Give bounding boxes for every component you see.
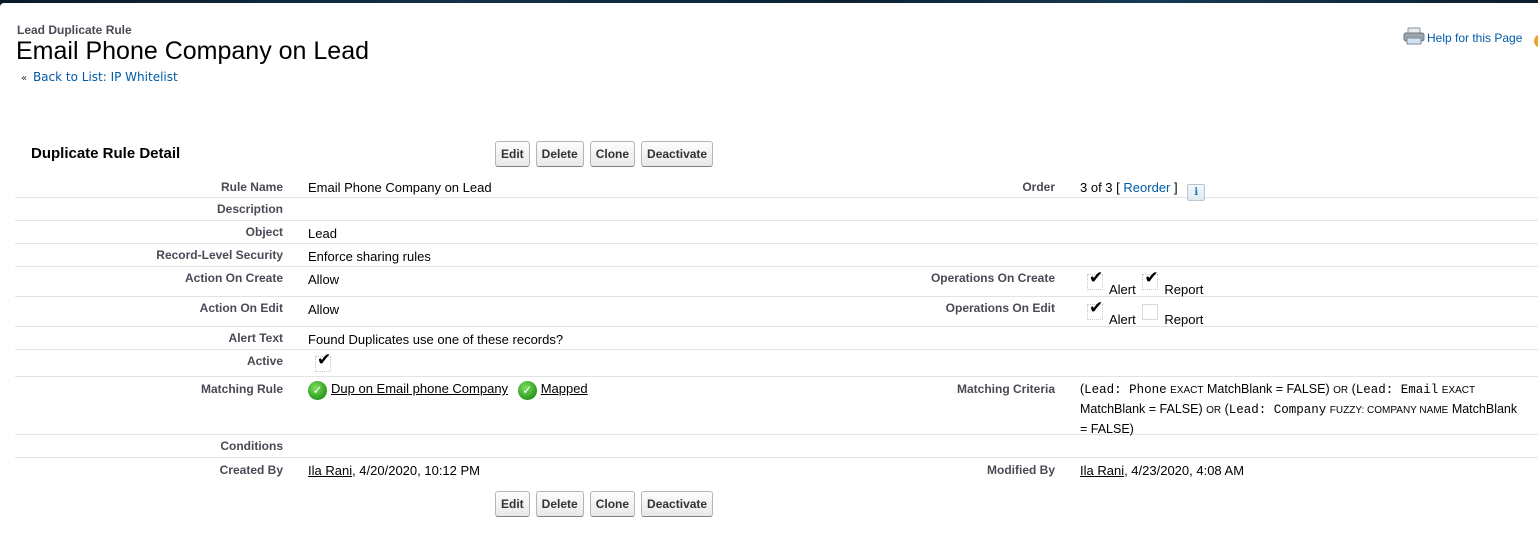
delete-button[interactable]: Delete xyxy=(535,491,584,517)
edit-button[interactable]: Edit xyxy=(495,491,530,517)
create-report-label: Report xyxy=(1164,282,1204,297)
value-action-on-create: Allow xyxy=(308,272,340,287)
criteria-match-type: EXACT xyxy=(1441,385,1476,396)
criteria-rest: MatchBlank = FALSE) xyxy=(1080,402,1203,416)
modified-by-user-link[interactable]: Ila Rani xyxy=(1080,463,1124,478)
help-orb-icon[interactable] xyxy=(1534,35,1538,47)
label-alert-text: Alert Text xyxy=(228,331,283,345)
value-record-level-security: Enforce sharing rules xyxy=(308,249,431,264)
help-for-this-page-link[interactable]: Help for this Page xyxy=(1427,31,1522,45)
criteria-rest: MatchBlank = FALSE) xyxy=(1207,382,1330,396)
row-matching-rule: Matching Rule ✓ Dup on Email phone Compan… xyxy=(15,377,1538,438)
label-active: Active xyxy=(246,354,283,368)
criteria-field: Lead: Phone xyxy=(1084,383,1167,397)
value-matching-rule: ✓ Dup on Email phone Company ✓ Mapped xyxy=(308,381,588,400)
matching-rule-link[interactable]: Dup on Email phone Company xyxy=(331,381,508,396)
row-active: Active xyxy=(15,350,1538,377)
row-record-level-security: Record-Level Security Enforce sharing ru… xyxy=(15,244,1538,267)
value-alert-text: Found Duplicates use one of these record… xyxy=(308,332,564,347)
active-checkbox xyxy=(315,350,331,372)
label-matching-rule: Matching Rule xyxy=(200,382,283,396)
back-chevron-icon: « xyxy=(21,73,28,84)
value-rule-name: Email Phone Company on Lead xyxy=(308,180,492,195)
bracket-close: ] xyxy=(1174,180,1178,195)
page-title: Email Phone Company on Lead xyxy=(16,37,370,65)
back-to-list-link[interactable]: Back to List: IP Whitelist xyxy=(33,70,178,84)
bottom-button-row: Edit Delete Clone Deactivate xyxy=(495,491,714,517)
edit-alert-checkbox xyxy=(1087,298,1103,320)
delete-button[interactable]: Delete xyxy=(535,141,584,167)
label-object: Object xyxy=(245,225,283,239)
criteria-match-type: EXACT xyxy=(1170,385,1204,396)
label-created-by: Created By xyxy=(219,463,283,477)
created-by-user-link[interactable]: Ila Rani xyxy=(308,463,352,478)
label-conditions: Conditions xyxy=(220,439,283,453)
value-created-by: Ila Rani, 4/20/2020, 10:12 PM xyxy=(308,463,480,478)
edit-report-label: Report xyxy=(1164,312,1204,327)
criteria-operator: OR xyxy=(1206,405,1222,416)
value-action-on-edit: Allow xyxy=(308,302,340,317)
check-circle-icon: ✓ xyxy=(517,381,537,400)
reorder-link[interactable]: Reorder xyxy=(1123,180,1170,195)
label-action-on-create: Action On Create xyxy=(184,271,283,285)
mapped-link[interactable]: Mapped xyxy=(541,381,588,396)
create-report-checkbox xyxy=(1142,268,1159,290)
created-date: , 4/20/2020, 10:12 PM xyxy=(352,463,481,478)
help-area: Help for this Page xyxy=(1403,27,1538,47)
label-action-on-edit: Action On Edit xyxy=(199,301,283,315)
bracket-open: [ xyxy=(1116,180,1120,195)
edit-report-checkbox xyxy=(1142,304,1159,320)
clone-button[interactable]: Clone xyxy=(589,141,636,167)
clone-button[interactable]: Clone xyxy=(589,491,636,517)
label-matching-criteria: Matching Criteria xyxy=(956,382,1055,396)
top-button-row: Edit Delete Clone Deactivate xyxy=(495,141,714,167)
value-operations-on-edit: Alert Report xyxy=(1087,298,1206,327)
row-created-by: Created By Ila Rani, 4/20/2020, 10:12 PM… xyxy=(15,458,1538,482)
row-conditions: Conditions xyxy=(15,435,1538,458)
page-type: Lead Duplicate Rule xyxy=(17,23,132,37)
modified-date: , 4/23/2020, 4:08 AM xyxy=(1124,463,1245,478)
row-rule-name: Rule Name Email Phone Company on Lead Or… xyxy=(15,175,1538,201)
deactivate-button[interactable]: Deactivate xyxy=(641,141,714,167)
printer-icon[interactable] xyxy=(1403,27,1425,45)
detail-grid: Rule Name Email Phone Company on Lead Or… xyxy=(15,175,1538,482)
deactivate-button[interactable]: Deactivate xyxy=(641,491,714,517)
breadcrumb: « Back to List: IP Whitelist xyxy=(21,70,178,84)
row-alert-text: Alert Text Found Duplicates use one of t… xyxy=(15,327,1538,350)
check-circle-icon: ✓ xyxy=(308,381,327,400)
value-matching-criteria: (Lead: Phone EXACT MatchBlank = FALSE) O… xyxy=(1080,380,1520,438)
edit-button[interactable]: Edit xyxy=(495,141,530,167)
value-active xyxy=(315,350,331,373)
edit-alert-label: Alert xyxy=(1109,312,1136,327)
value-object: Lead xyxy=(308,226,337,241)
label-record-level-security: Record-Level Security xyxy=(156,248,283,262)
row-action-on-create: Action On Create Allow Operations On Cre… xyxy=(15,267,1538,297)
create-alert-checkbox xyxy=(1087,268,1103,290)
section-title: Duplicate Rule Detail xyxy=(31,145,181,162)
label-modified-by: Modified By xyxy=(987,463,1055,477)
criteria-field: Lead: Email xyxy=(1355,383,1439,397)
row-description: Description xyxy=(15,198,1538,221)
label-operations-on-edit: Operations On Edit xyxy=(945,301,1055,315)
value-operations-on-create: Alert Report xyxy=(1087,268,1206,297)
criteria-match-type: FUZZY: COMPANY NAME xyxy=(1329,405,1449,416)
row-action-on-edit: Action On Edit Allow Operations On Edit … xyxy=(15,297,1538,327)
row-object: Object Lead xyxy=(15,221,1538,244)
criteria-operator: OR xyxy=(1333,385,1349,396)
label-description: Description xyxy=(216,202,283,216)
label-operations-on-create: Operations On Create xyxy=(930,271,1055,285)
label-order: Order xyxy=(1022,180,1055,194)
value-modified-by: Ila Rani, 4/23/2020, 4:08 AM xyxy=(1080,463,1244,478)
criteria-field: Lead: Company xyxy=(1228,403,1327,417)
label-rule-name: Rule Name xyxy=(220,180,283,194)
create-alert-label: Alert xyxy=(1109,282,1136,297)
page-body: Lead Duplicate Rule Email Phone Company … xyxy=(0,3,1538,540)
order-value: 3 of 3 xyxy=(1080,180,1113,195)
